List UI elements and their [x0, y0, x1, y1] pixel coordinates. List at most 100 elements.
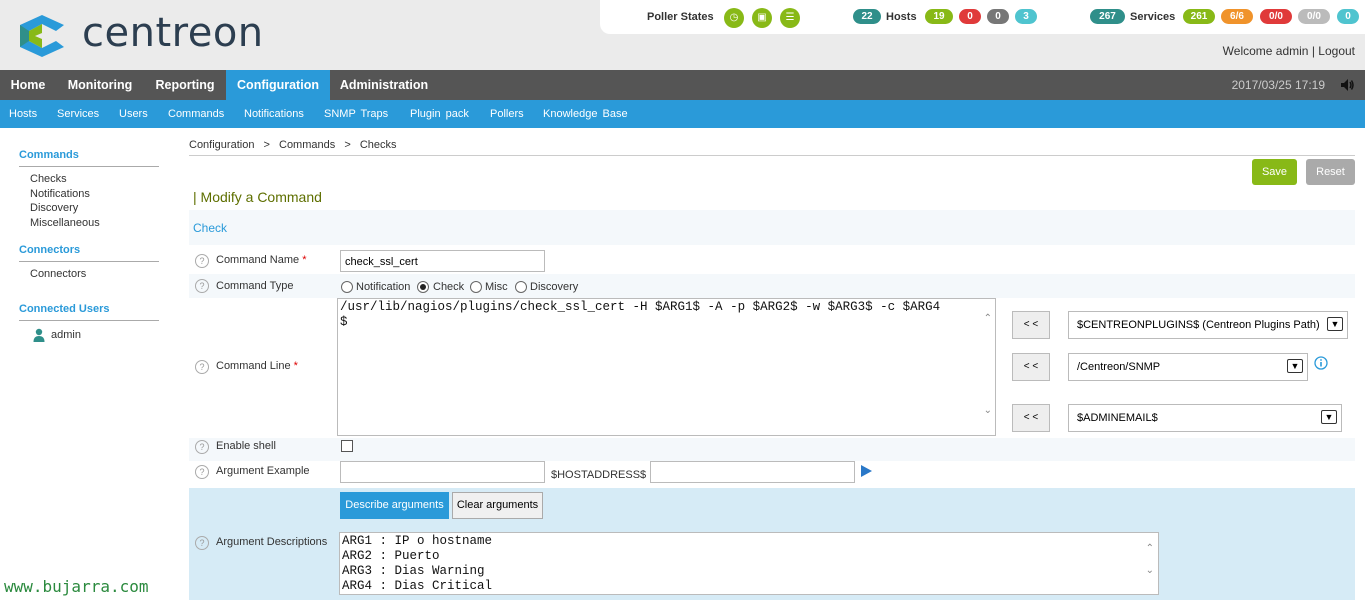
command-form: Check ? Command Name * check_ssl_cert ? … — [189, 210, 1355, 600]
argument-descriptions-textarea[interactable]: ARG1 : IP o hostname ARG2 : Puerto ARG3 … — [339, 532, 1159, 595]
sidebar-item-checks[interactable]: Checks — [30, 173, 67, 185]
clock-icon[interactable]: ◷ — [724, 8, 744, 28]
breadcrumb: Configuration > Commands > Checks — [189, 139, 397, 151]
subnav-users[interactable]: Users — [119, 100, 148, 128]
nav-monitoring[interactable]: Monitoring — [56, 70, 144, 100]
clear-arguments-button[interactable]: Clear arguments — [452, 492, 543, 519]
poller-states-label: Poller States — [647, 11, 714, 23]
describe-arguments-button[interactable]: Describe arguments — [340, 492, 449, 519]
subnav-notifications[interactable]: Notifications — [244, 100, 304, 128]
services-pending-badge[interactable]: 0 — [1337, 9, 1359, 24]
macro-select-1[interactable]: $CENTREONPLUGINS$ (Centreon Plugins Path… — [1068, 311, 1348, 339]
argument-example-input[interactable] — [340, 461, 545, 483]
sidebar-users-title: Connected Users — [19, 303, 110, 315]
nav-administration[interactable]: Administration — [330, 70, 438, 100]
scroll-down-icon[interactable]: ⌄ — [1146, 565, 1154, 576]
services-unknown-badge[interactable]: 0/0 — [1298, 9, 1330, 24]
centreon-logo-icon[interactable] — [18, 13, 66, 59]
breadcrumb-separator: > — [344, 139, 351, 151]
hostaddress-input[interactable] — [650, 461, 855, 483]
info-icon[interactable] — [1314, 356, 1328, 370]
services-warning-badge[interactable]: 6/6 — [1221, 9, 1253, 24]
save-button[interactable]: Save — [1252, 159, 1297, 185]
enable-shell-checkbox[interactable] — [341, 440, 353, 452]
command-type-label: Command Type — [216, 280, 294, 292]
radio-check[interactable] — [417, 281, 429, 293]
row-command-line: ? Command Line * /usr/lib/nagios/plugins… — [189, 298, 1355, 438]
hosts-pending-badge[interactable]: 3 — [1015, 9, 1037, 24]
insert-macro-button-3[interactable]: < < — [1012, 404, 1050, 432]
breadcrumb-configuration[interactable]: Configuration — [189, 139, 254, 151]
hosts-down-badge[interactable]: 0 — [959, 9, 981, 24]
logout-link[interactable]: Logout — [1318, 44, 1355, 58]
reset-button[interactable]: Reset — [1306, 159, 1355, 185]
subnav-pollers[interactable]: Pollers — [490, 100, 524, 128]
hosts-total-badge[interactable]: 22 — [853, 9, 881, 24]
logo-text: centreon — [82, 10, 264, 56]
nav-configuration[interactable]: Configuration — [226, 70, 330, 100]
services-ok-badge[interactable]: 261 — [1183, 9, 1215, 24]
chevron-down-icon[interactable]: ▼ — [1287, 359, 1303, 373]
help-icon[interactable]: ? — [195, 360, 209, 374]
user-icon — [33, 328, 45, 342]
scroll-up-icon[interactable]: ⌃ — [984, 313, 992, 324]
poller-icon[interactable]: ▣ — [752, 8, 772, 28]
help-icon[interactable]: ? — [195, 465, 209, 479]
row-argument-descriptions: Describe arguments Clear arguments ? Arg… — [189, 488, 1355, 600]
database-icon[interactable]: ☰ — [780, 8, 800, 28]
sidebar-item-connectors[interactable]: Connectors — [30, 268, 86, 280]
subnav-services[interactable]: Services — [57, 100, 99, 128]
hosts-up-badge[interactable]: 19 — [925, 9, 953, 24]
macro-select-2[interactable]: /Centreon/SNMP ▼ — [1068, 353, 1308, 381]
command-line-textarea[interactable]: /usr/lib/nagios/plugins/check_ssl_cert -… — [337, 298, 996, 436]
radio-misc-label: Misc — [485, 281, 508, 293]
chevron-down-icon[interactable]: ▼ — [1327, 317, 1343, 331]
radio-misc[interactable] — [470, 281, 482, 293]
speaker-icon[interactable] — [1339, 77, 1355, 93]
play-icon[interactable] — [860, 464, 873, 478]
main-nav: Home Monitoring Reporting Configuration … — [0, 70, 1365, 100]
scroll-down-icon[interactable]: ⌄ — [984, 405, 992, 416]
help-icon[interactable]: ? — [195, 440, 209, 454]
subnav-snmp-traps[interactable]: SNMP Traps — [324, 100, 388, 128]
sidebar-divider — [19, 320, 159, 321]
help-icon[interactable]: ? — [195, 254, 209, 268]
subnav-hosts[interactable]: Hosts — [9, 100, 37, 128]
watermark: www.bujarra.com — [4, 577, 149, 596]
breadcrumb-checks[interactable]: Checks — [360, 139, 397, 151]
services-total-badge[interactable]: 267 — [1090, 9, 1125, 24]
sub-nav: Hosts Services Users Commands Notificati… — [0, 100, 1365, 128]
scroll-up-icon[interactable]: ⌃ — [1146, 543, 1154, 554]
sidebar-commands-title: Commands — [19, 149, 79, 161]
macro-select-3[interactable]: $ADMINEMAIL$ ▼ — [1068, 404, 1342, 432]
subnav-commands[interactable]: Commands — [168, 100, 224, 128]
sidebar-item-miscellaneous[interactable]: Miscellaneous — [30, 217, 100, 229]
nav-home[interactable]: Home — [0, 70, 56, 100]
section-header: Check — [189, 210, 1355, 245]
hosts-unreachable-badge[interactable]: 0 — [987, 9, 1009, 24]
radio-notification[interactable] — [341, 281, 353, 293]
chevron-down-icon[interactable]: ▼ — [1321, 410, 1337, 424]
macro-select-1-value: $CENTREONPLUGINS$ (Centreon Plugins Path… — [1077, 319, 1320, 331]
macro-select-3-value: $ADMINEMAIL$ — [1077, 412, 1158, 424]
sidebar-divider — [19, 166, 159, 167]
sidebar-item-discovery[interactable]: Discovery — [30, 202, 78, 214]
subnav-knowledge-base[interactable]: Knowledge Base — [543, 100, 628, 128]
command-name-input[interactable]: check_ssl_cert — [340, 250, 545, 272]
macro-select-2-value: /Centreon/SNMP — [1077, 361, 1161, 373]
subnav-plugin-pack[interactable]: Plugin pack — [410, 100, 469, 128]
sidebar-item-notifications[interactable]: Notifications — [30, 188, 90, 200]
help-icon[interactable]: ? — [195, 536, 209, 550]
welcome-separator: | — [1311, 44, 1315, 58]
nav-reporting[interactable]: Reporting — [144, 70, 226, 100]
row-argument-example: ? Argument Example $HOSTADDRESS$ — [189, 461, 1355, 488]
row-command-type: ? Command Type Notification Check Misc D… — [189, 274, 1355, 298]
insert-macro-button-1[interactable]: < < — [1012, 311, 1050, 339]
help-icon[interactable]: ? — [195, 279, 209, 293]
radio-discovery[interactable] — [515, 281, 527, 293]
sidebar-user-admin[interactable]: admin — [51, 329, 81, 341]
services-critical-badge[interactable]: 0/0 — [1260, 9, 1292, 24]
breadcrumb-commands[interactable]: Commands — [279, 139, 335, 151]
argument-descriptions-label: Argument Descriptions — [216, 536, 328, 548]
insert-macro-button-2[interactable]: < < — [1012, 353, 1050, 381]
